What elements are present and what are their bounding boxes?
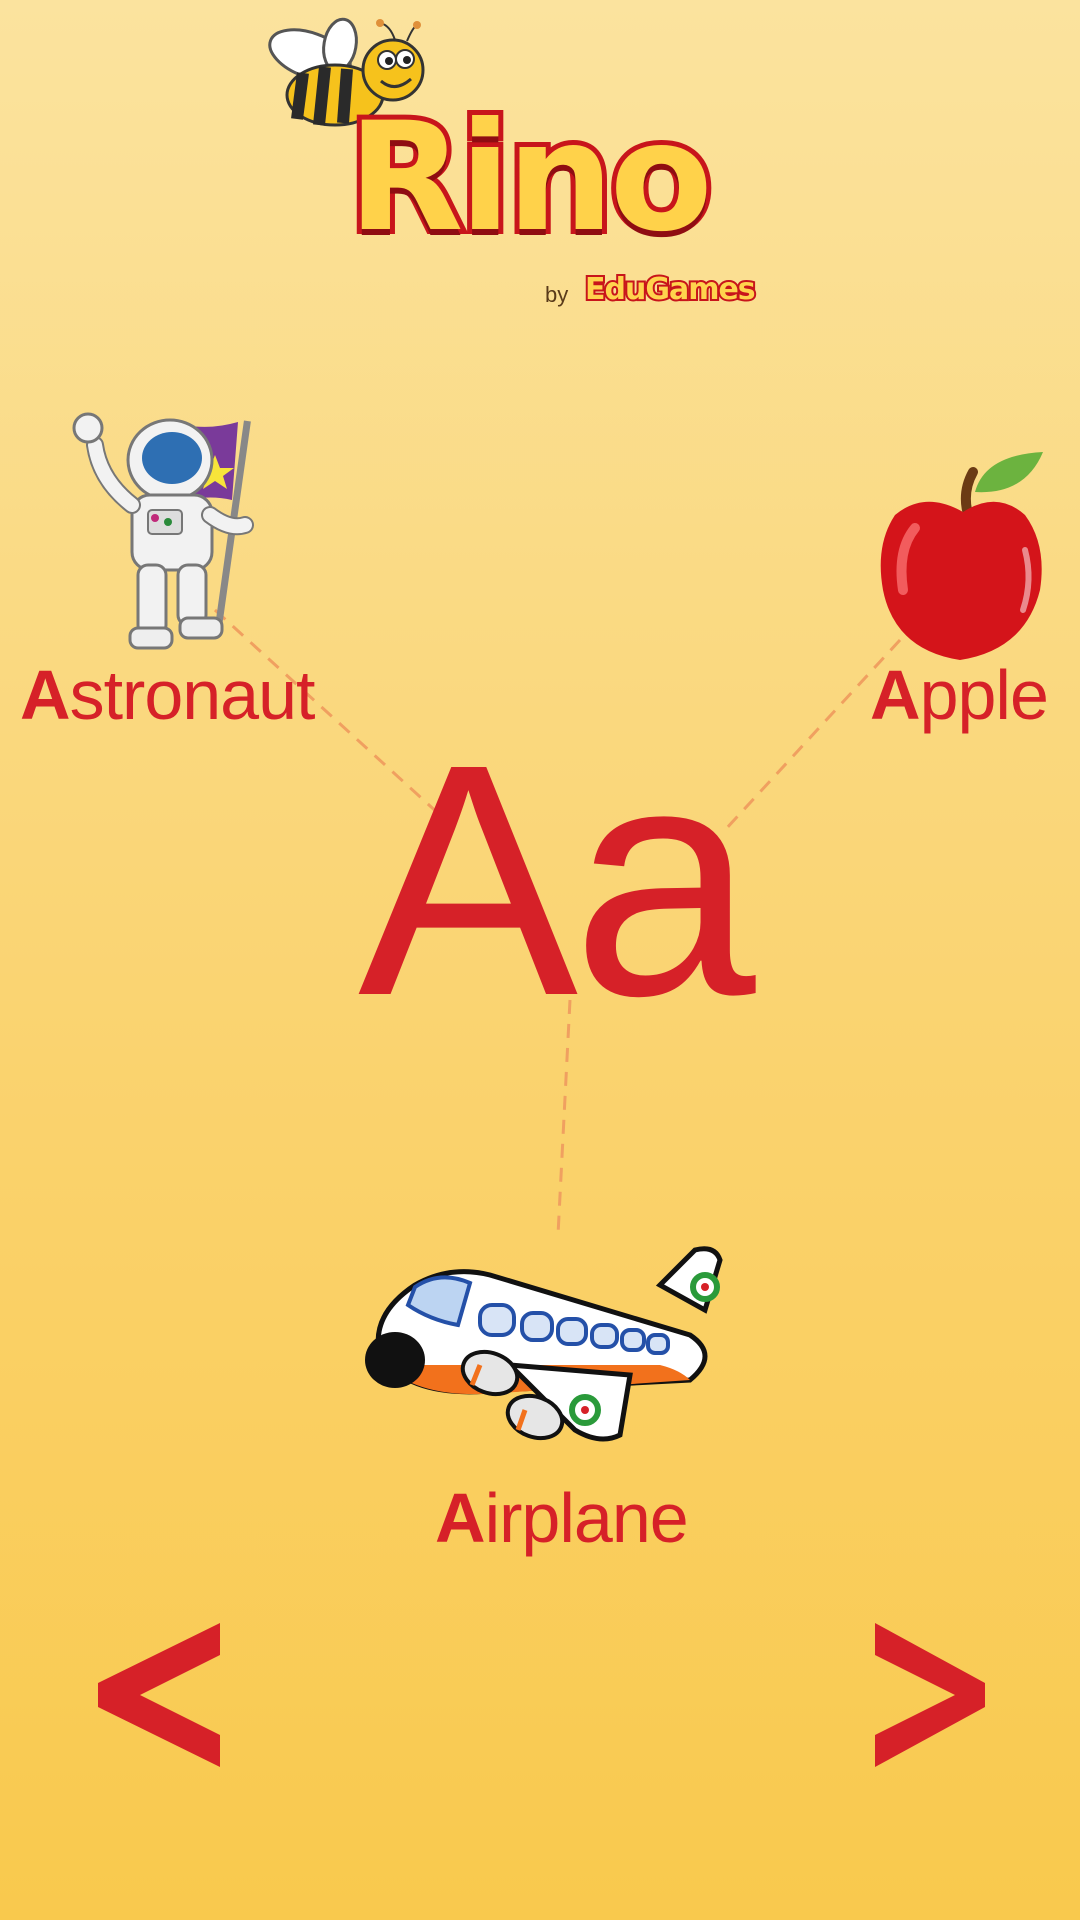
apple-icon[interactable] (875, 450, 1050, 665)
word-rest: stronaut (69, 656, 316, 734)
word-airplane[interactable]: Airplane (435, 1478, 689, 1558)
byline: by (545, 282, 569, 307)
word-rest: pple (919, 656, 1049, 734)
chevron-right-icon (875, 1623, 985, 1767)
word-first-letter: A (20, 656, 71, 734)
word-first-letter: A (870, 656, 921, 734)
astronaut-icon[interactable] (60, 400, 280, 660)
word-apple[interactable]: Apple (870, 655, 1049, 735)
chevron-left-icon (98, 1623, 220, 1767)
word-rest: irplane (484, 1479, 689, 1557)
word-first-letter: A (435, 1479, 486, 1557)
letter-display: Aa (358, 695, 756, 1064)
next-letter-button[interactable] (860, 1615, 1000, 1775)
airplane-icon[interactable] (360, 1205, 745, 1450)
brand-wordmark: Rino (343, 86, 718, 270)
word-astronaut[interactable]: Astronaut (20, 655, 315, 735)
previous-letter-button[interactable] (95, 1615, 235, 1775)
publisher-logo: EduGames (583, 270, 758, 309)
